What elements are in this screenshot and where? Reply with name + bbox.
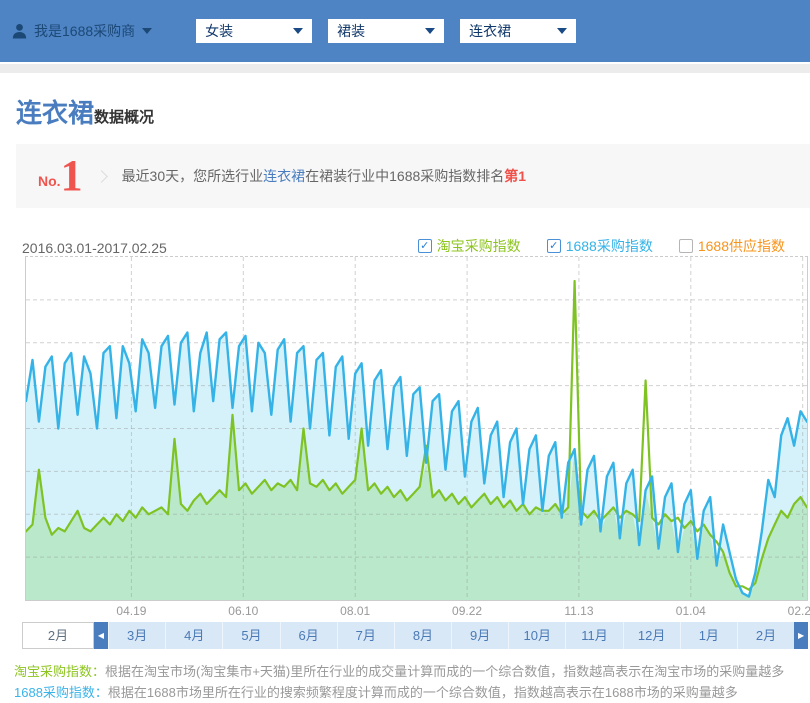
month-tab-8[interactable]: 10月 — [508, 622, 565, 649]
month-tab-active[interactable]: 2月 — [22, 622, 94, 649]
chart-header: 2016.03.01-2017.02.25 ✓ 淘宝采购指数 ✓ 1688采购指数 16… — [22, 234, 785, 256]
checkbox-unchecked-icon[interactable] — [679, 239, 693, 253]
rank-text-middle: 在裙装行业中1688采购指数排名 — [305, 168, 504, 184]
month-tab-5[interactable]: 7月 — [337, 622, 394, 649]
footnotes: 淘宝采购指数：根据在淘宝市场(淘宝集市+天猫)里所在行业的成交量计算而成的一个综… — [14, 661, 810, 703]
legend-item-0[interactable]: ✓ 淘宝采购指数 — [418, 236, 521, 256]
page-title-keyword: 连衣裙 — [16, 98, 94, 128]
page-title-suffix: 数据概况 — [94, 109, 154, 126]
category-select-level3[interactable]: 连衣裙 — [460, 19, 576, 43]
x-tick-label-04.19: 04.19 — [116, 604, 146, 618]
scroll-right-icon[interactable]: ▶ — [794, 622, 808, 649]
category-select-level1[interactable]: 女装 — [196, 19, 312, 43]
month-tab-12[interactable]: 2月 — [737, 622, 794, 649]
footnote-1688-label: 1688采购指数： — [14, 685, 108, 700]
month-tab-6[interactable]: 8月 — [394, 622, 451, 649]
rank-text-before: 最近30天，您所选行业 — [122, 168, 264, 184]
category-select-level3-value: 连衣裙 — [469, 21, 511, 41]
rank-badge: No. 1 — [38, 156, 83, 196]
month-tab-10[interactable]: 12月 — [623, 622, 680, 649]
month-tab-2[interactable]: 4月 — [165, 622, 222, 649]
x-tick-label-06.10: 06.10 — [228, 604, 258, 618]
page-title: 连衣裙数据概况 — [16, 93, 810, 130]
footnote-taobao: 淘宝采购指数：根据在淘宝市场(淘宝集市+天猫)里所在行业的成交量计算而成的一个综… — [14, 661, 810, 682]
legend-item-1[interactable]: ✓ 1688采购指数 — [547, 236, 653, 256]
legend-item-label: 1688供应指数 — [698, 236, 785, 256]
user-menu[interactable]: 我是1688采购商 — [12, 21, 152, 41]
caret-down-icon — [293, 28, 303, 34]
rank-text: 最近30天，您所选行业连衣裙在裙装行业中1688采购指数排名第1 — [122, 166, 527, 186]
checkbox-checked-icon[interactable]: ✓ — [547, 239, 561, 253]
chevron-right-icon — [95, 170, 108, 183]
month-tab-11[interactable]: 1月 — [680, 622, 737, 649]
x-tick-label-08.01: 08.01 — [340, 604, 370, 618]
month-selector: 2月 ◀ 3月4月5月6月7月8月9月10月11月12月1月2月▶ — [22, 622, 808, 649]
month-tab-1[interactable]: 3月 — [108, 622, 165, 649]
month-tab-3[interactable]: 5月 — [222, 622, 279, 649]
top-header: 我是1688采购商 女装 裙装 连衣裙 — [0, 0, 810, 62]
legend-item-2[interactable]: 1688供应指数 — [679, 236, 785, 256]
x-tick-label-11.13: 11.13 — [564, 604, 593, 618]
category-select-level1-value: 女装 — [205, 21, 233, 41]
chart-legend: ✓ 淘宝采购指数 ✓ 1688采购指数 1688供应指数 — [418, 236, 785, 256]
rank-text-rank: 第1 — [504, 168, 526, 184]
month-tab-7[interactable]: 9月 — [451, 622, 508, 649]
x-tick-label-09.22: 09.22 — [452, 604, 482, 618]
legend-item-label: 1688采购指数 — [566, 236, 653, 256]
month-tab-9[interactable]: 11月 — [565, 622, 622, 649]
legend-item-label: 淘宝采购指数 — [437, 236, 521, 256]
month-tab-4[interactable]: 6月 — [280, 622, 337, 649]
user-icon — [12, 23, 27, 39]
chart-canvas — [26, 257, 807, 600]
user-label: 我是1688采购商 — [34, 21, 135, 41]
rank-text-keyword: 连衣裙 — [263, 168, 305, 184]
x-axis-labels: 04.19 06.10 08.01 09.22 11.13 01.04 02.25 — [25, 601, 808, 621]
caret-down-icon — [142, 28, 152, 34]
footnote-1688: 1688采购指数：根据在1688市场里所在行业的搜索频繁程度计算而成的一个综合数… — [14, 682, 810, 703]
footnote-1688-text: 根据在1688市场里所在行业的搜索频繁程度计算而成的一个综合数值，指数越高表示在… — [108, 685, 738, 700]
caret-down-icon — [557, 28, 567, 34]
caret-down-icon — [425, 28, 435, 34]
x-tick-label-01.04: 01.04 — [676, 604, 706, 618]
x-tick-label-02.25: 02.25 — [788, 604, 810, 618]
rank-no-label: No. — [38, 173, 61, 196]
rank-number: 1 — [61, 156, 83, 196]
date-range-label: 2016.03.01-2017.02.25 — [22, 240, 167, 256]
category-select-level2[interactable]: 裙装 — [328, 19, 444, 43]
header-divider — [0, 64, 810, 73]
scroll-left-icon[interactable]: ◀ — [94, 622, 108, 649]
category-select-level2-value: 裙装 — [337, 21, 365, 41]
checkbox-checked-icon[interactable]: ✓ — [418, 239, 432, 253]
footnote-taobao-text: 根据在淘宝市场(淘宝集市+天猫)里所在行业的成交量计算而成的一个综合数值，指数越… — [105, 664, 784, 679]
chart-plot — [25, 256, 808, 601]
rank-banner: No. 1 最近30天，您所选行业连衣裙在裙装行业中1688采购指数排名第1 — [16, 144, 810, 208]
footnote-taobao-label: 淘宝采购指数： — [14, 664, 105, 679]
